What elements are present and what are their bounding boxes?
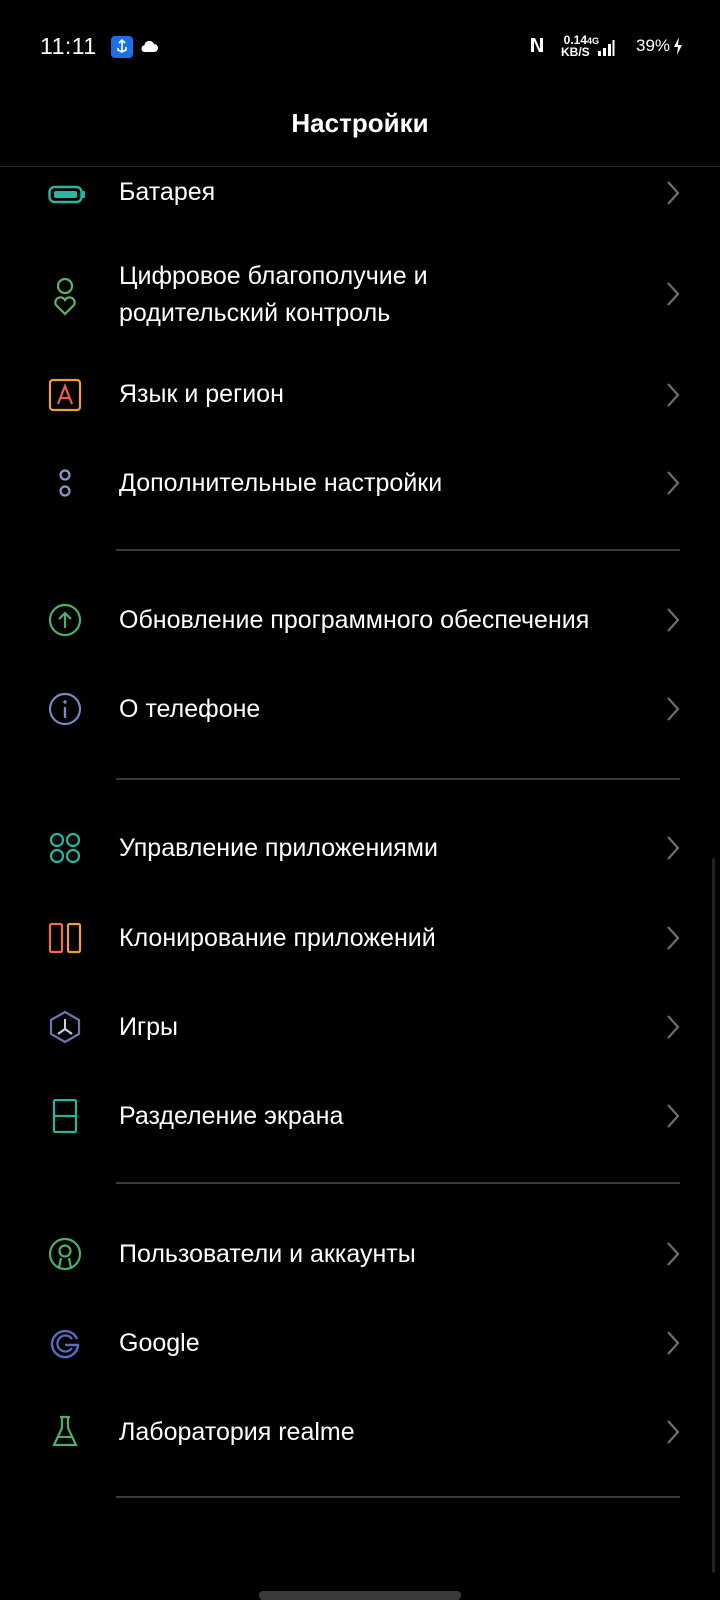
settings-item-language[interactable]: Язык и регион (0, 362, 720, 428)
divider (116, 778, 680, 780)
settings-item-label-line2: родительский контроль (119, 299, 391, 327)
battery-level: 39% (636, 36, 671, 55)
settings-item-label: Лаборатория realme (119, 1418, 355, 1446)
cloud-icon (139, 38, 159, 59)
chevron-right-icon (664, 1419, 682, 1445)
settings-item-label: Дополнительные настройки (119, 469, 443, 497)
settings-item-about-phone[interactable]: О телефоне (0, 677, 720, 743)
divider (116, 1496, 680, 1498)
chevron-right-icon (664, 180, 682, 206)
chevron-right-icon (664, 1014, 682, 1040)
settings-item-label: Разделение экрана (119, 1102, 344, 1130)
page-title: Настройки (291, 108, 429, 138)
nfc-icon (528, 35, 546, 60)
home-indicator[interactable] (259, 1591, 461, 1600)
users-accounts-icon (48, 1237, 82, 1271)
settings-item-label: О телефоне (119, 695, 261, 723)
chevron-right-icon (664, 607, 682, 633)
settings-item-wellbeing[interactable]: Цифровое благополучие и родительский кон… (0, 250, 720, 342)
chevron-right-icon (664, 835, 682, 861)
settings-item-battery[interactable]: Батарея (0, 166, 720, 220)
status-time: 11:11 (40, 33, 97, 59)
settings-item-app-management[interactable]: Управление приложениями (0, 817, 720, 883)
settings-item-google[interactable]: Google (0, 1311, 720, 1377)
app-management-icon (48, 831, 82, 865)
signal-icon (597, 40, 615, 61)
charging-icon (672, 36, 684, 61)
chevron-right-icon (664, 382, 682, 408)
scrollbar[interactable] (712, 858, 715, 1573)
divider (116, 549, 680, 551)
settings-item-label: Клонирование приложений (119, 924, 436, 952)
chevron-right-icon (664, 1241, 682, 1267)
wellbeing-icon (48, 276, 82, 316)
net-speed: 0.14 KB/S (561, 34, 590, 58)
google-icon (48, 1326, 82, 1360)
settings-item-label: Управление приложениями (119, 834, 438, 862)
usb-debug-icon (111, 36, 133, 58)
settings-item-users-accounts[interactable]: Пользователи и аккаунты (0, 1222, 720, 1288)
app-clone-icon (48, 921, 82, 955)
settings-item-label: Обновление программного обеспечения (119, 606, 590, 634)
settings-item-split-screen[interactable]: Разделение экрана (0, 1085, 720, 1151)
software-update-icon (48, 603, 82, 637)
split-screen-icon (48, 1098, 82, 1134)
settings-item-label: Батарея (119, 178, 216, 206)
games-icon (48, 1010, 82, 1044)
settings-item-games[interactable]: Игры (0, 996, 720, 1062)
lab-icon (48, 1415, 82, 1449)
chevron-right-icon (664, 696, 682, 722)
info-icon (48, 692, 82, 726)
chevron-right-icon (664, 1330, 682, 1356)
settings-item-label: Игры (119, 1013, 178, 1041)
chevron-right-icon (664, 1103, 682, 1129)
settings-item-label: Google (119, 1329, 200, 1357)
language-icon (48, 378, 82, 412)
settings-item-label: Пользователи и аккаунты (119, 1240, 416, 1268)
net-speed-unit: KB/S (561, 45, 590, 59)
settings-item-realme-lab[interactable]: Лаборатория realme (0, 1401, 720, 1467)
chevron-right-icon (664, 470, 682, 496)
more-settings-icon (48, 466, 82, 500)
settings-item-additional[interactable]: Дополнительные настройки (0, 452, 720, 518)
settings-item-software-update[interactable]: Обновление программного обеспечения (0, 588, 720, 654)
settings-item-app-clone[interactable]: Клонирование приложений (0, 907, 720, 973)
settings-item-label: Язык и регион (119, 380, 284, 408)
chevron-right-icon (664, 281, 682, 307)
header: Настройки (0, 92, 720, 167)
chevron-right-icon (664, 925, 682, 951)
battery-icon (48, 179, 85, 213)
divider (116, 1182, 680, 1184)
status-bar: 11:11 0.14 KB/S 4G 39% (0, 0, 720, 92)
settings-item-label: Цифровое благополучие и (119, 262, 428, 290)
